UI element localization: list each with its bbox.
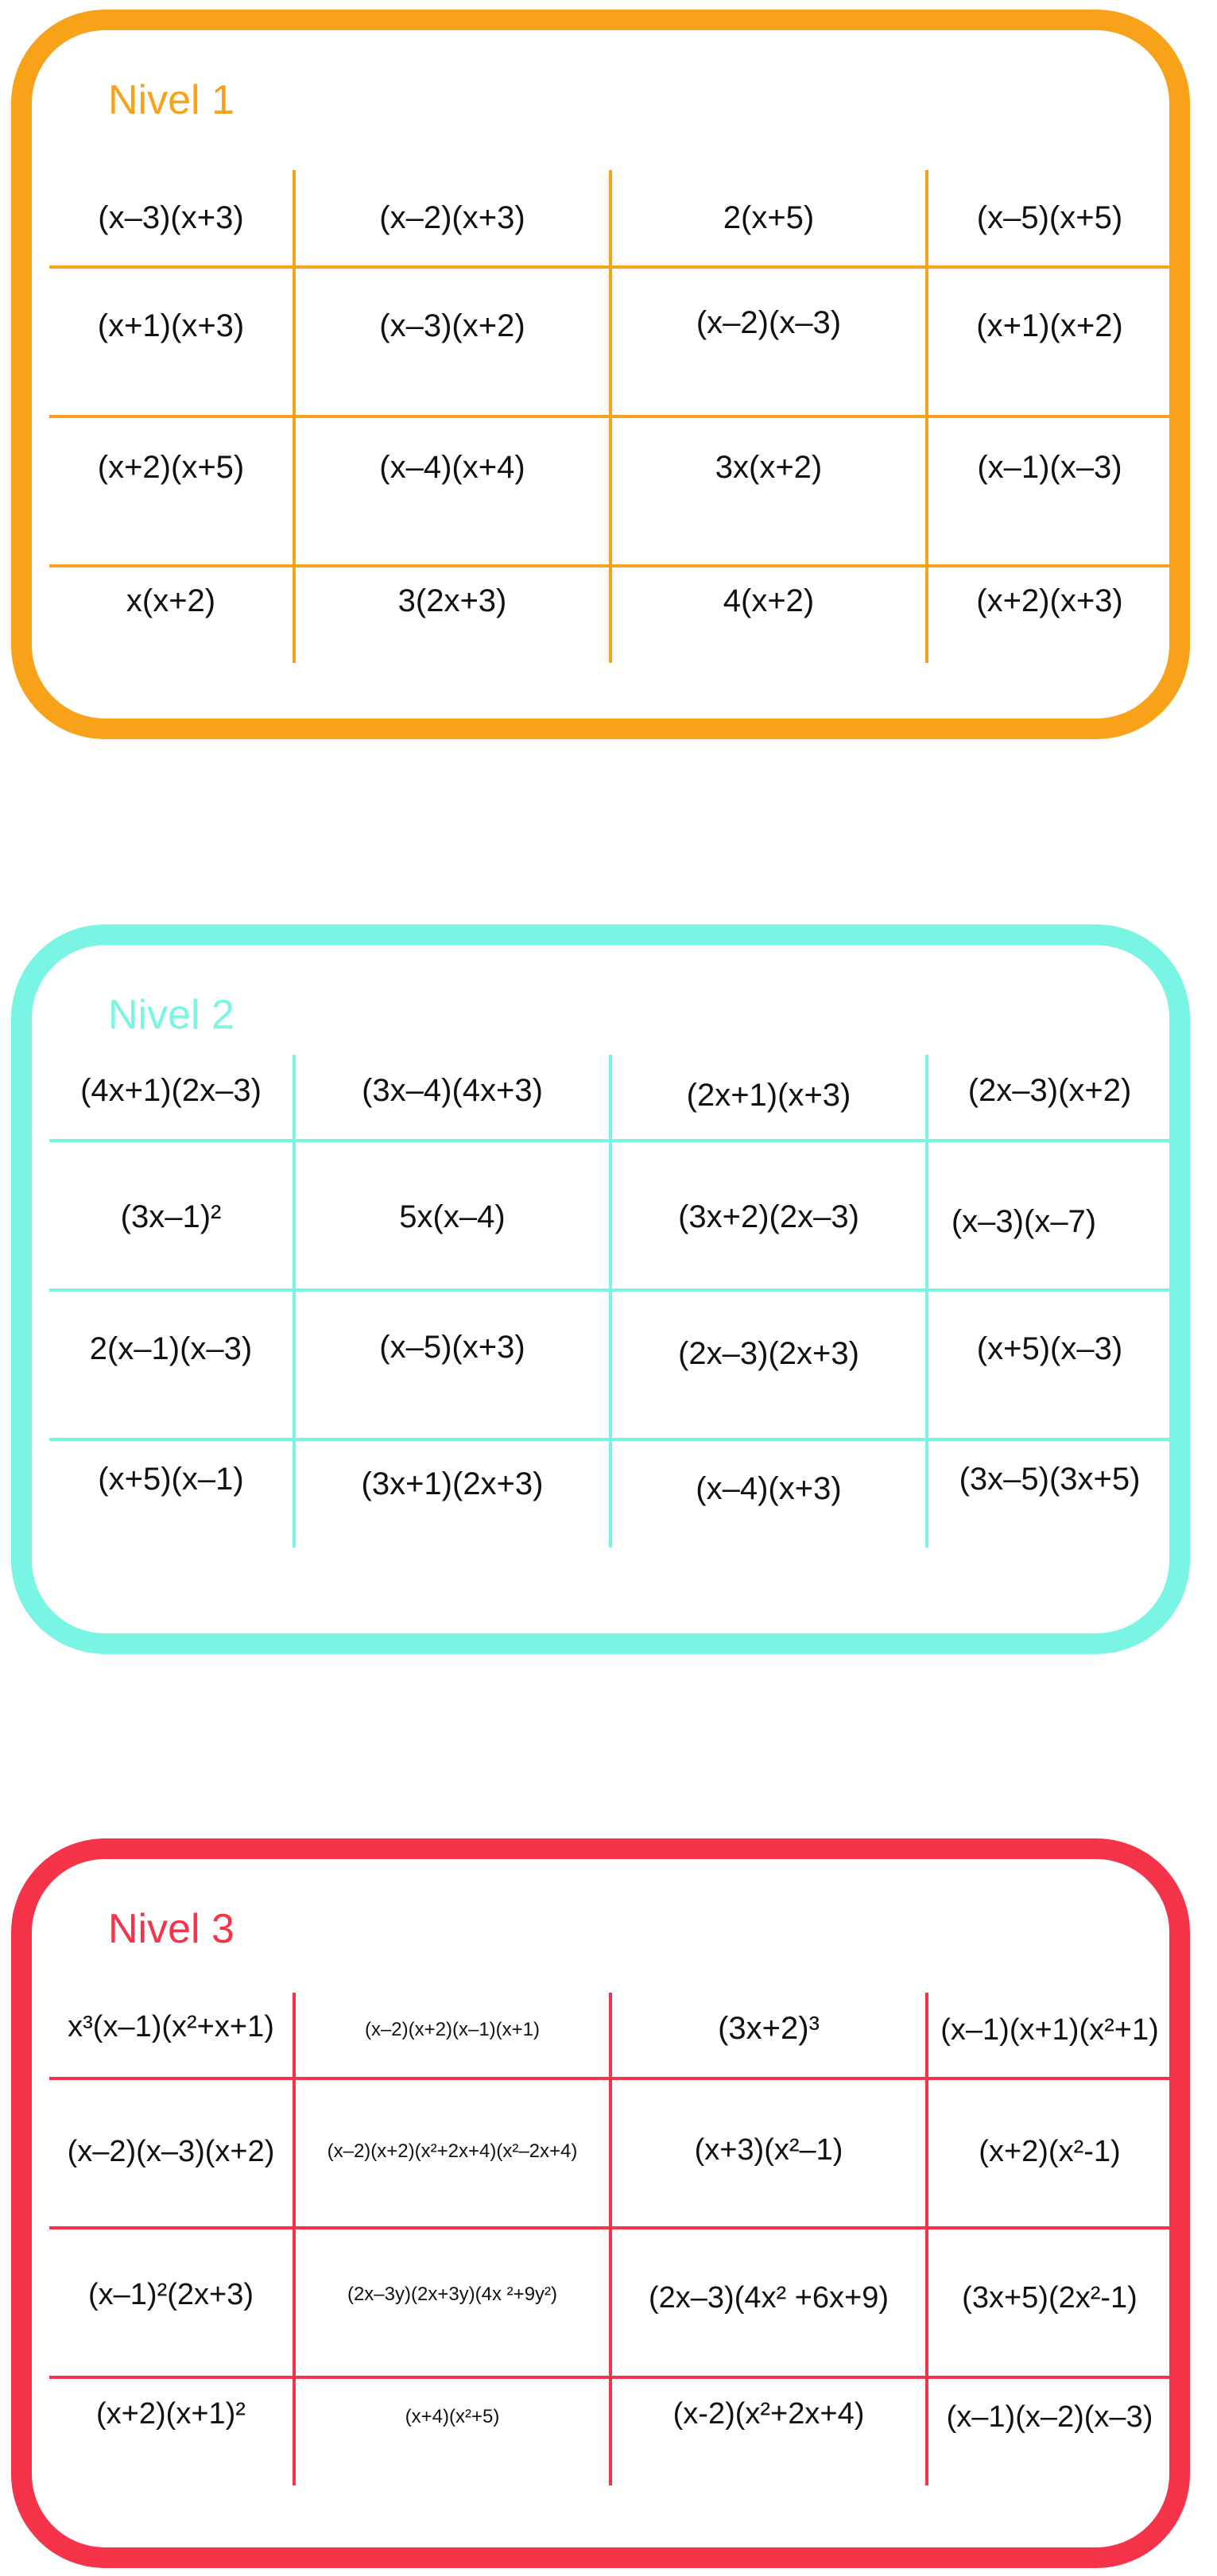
expression-cell: (x+2)(x+3)	[976, 583, 1123, 618]
grid-divider	[49, 1139, 1171, 1142]
grid-divider	[49, 2376, 1171, 2379]
level-2-grid: (4x+1)(2x–3) (3x–4)(4x+3) (2x+1)(x+3) (2…	[49, 1055, 1171, 1548]
expression-cell: (x+1)(x+3)	[97, 308, 245, 343]
expression-cell: (4x+1)(2x–3)	[80, 1072, 262, 1108]
level-3-grid: x³(x–1)(x²+x+1) (x–2)(x+2)(x–1)(x+1) (3x…	[49, 1993, 1171, 2485]
expression-cell: (3x–1)²	[120, 1199, 222, 1234]
expression-cell: 2(x–1)(x–3)	[89, 1331, 253, 1366]
expression-cell: (x+5)(x–3)	[976, 1331, 1123, 1366]
level-1-title: Nivel 1	[108, 77, 234, 123]
expression-cell: x³(x–1)(x²+x+1)	[68, 2009, 274, 2043]
expression-cell: (2x–3)(4x² +6x+9)	[648, 2280, 889, 2315]
level-1-card: Nivel 1 (x–3)(x+3) (x–2)(x+3) 2(x+5) (x–…	[11, 10, 1190, 739]
expression-cell: (2x–3y)(2x+3y)(4x ²+9y²)	[347, 2284, 558, 2305]
expression-cell: 5x(x–4)	[399, 1199, 506, 1234]
expression-cell: (x–2)(x+2)(x²+2x+4)(x²–2x+4)	[327, 2140, 578, 2162]
expression-cell: (x–1)(x+1)(x²+1)	[940, 2012, 1159, 2047]
expression-cell: (2x+1)(x+3)	[686, 1077, 851, 1113]
expression-cell: x(x+2)	[126, 583, 216, 618]
expression-cell: (x+2)(x+1)²	[96, 2396, 246, 2431]
expression-cell: (x–1)²(2x+3)	[88, 2277, 254, 2311]
expression-cell: 3x(x+2)	[715, 449, 823, 485]
expression-cell: (x–1)(x–2)(x–3)	[946, 2400, 1153, 2434]
expression-cell: (x+3)(x²–1)	[694, 2132, 843, 2167]
expression-cell: (3x+5)(2x²-1)	[962, 2280, 1138, 2315]
level-2-title: Nivel 2	[108, 992, 234, 1038]
expression-cell: (x–2)(x–3)(x+2)	[67, 2134, 275, 2168]
expression-cell: (x–3)(x–7)	[951, 1203, 1097, 1239]
expression-cell: (3x–4)(4x+3)	[362, 1072, 543, 1108]
expression-cell: (x+1)(x+2)	[976, 308, 1123, 343]
expression-cell: (2x–3)(x+2)	[967, 1072, 1132, 1108]
level-2-card: Nivel 2 (4x+1)(2x–3) (3x–4)(4x+3) (2x+1)…	[11, 924, 1190, 1654]
expression-cell: (x–2)(x–3)	[696, 304, 842, 340]
expression-cell: (x-2)(x²+2x+4)	[672, 2396, 865, 2431]
grid-divider	[49, 1438, 1171, 1441]
expression-cell: (3x+2)(2x–3)	[678, 1199, 859, 1234]
grid-divider	[49, 415, 1171, 418]
grid-divider	[49, 564, 1171, 567]
expression-cell: (x–4)(x+3)	[696, 1470, 842, 1506]
expression-cell: (x–2)(x+2)(x–1)(x+1)	[364, 2019, 541, 2040]
grid-divider	[49, 2226, 1171, 2229]
expression-cell: 4(x+2)	[723, 583, 815, 618]
level-1-grid: (x–3)(x+3) (x–2)(x+3) 2(x+5) (x–5)(x+5) …	[49, 170, 1171, 663]
expression-cell: (x+2)(x+5)	[97, 449, 245, 485]
expression-cell: (x–4)(x+4)	[379, 449, 525, 485]
expression-cell: (x–3)(x+2)	[379, 308, 525, 343]
expression-cell: (x+5)(x–1)	[98, 1461, 244, 1497]
expression-cell: (x–5)(x+5)	[976, 199, 1123, 235]
level-3-title: Nivel 3	[108, 1906, 234, 1952]
expression-cell: (2x–3)(2x+3)	[678, 1335, 859, 1371]
expression-cell: (x–3)(x+3)	[98, 199, 244, 235]
expression-cell: (3x+2)³	[718, 2010, 820, 2046]
grid-divider	[49, 2077, 1171, 2080]
expression-cell: (x+4)(x²+5)	[405, 2406, 500, 2427]
level-3-card: Nivel 3 x³(x–1)(x²+x+1) (x–2)(x+2)(x–1)(…	[11, 1838, 1190, 2568]
expression-cell: 2(x+5)	[723, 199, 815, 235]
expression-cell: (3x–5)(3x+5)	[959, 1461, 1141, 1497]
expression-cell: (x–5)(x+3)	[379, 1329, 525, 1365]
grid-divider	[49, 1288, 1171, 1292]
expression-cell: (x+2)(x²-1)	[979, 2134, 1121, 2168]
expression-cell: (3x+1)(2x+3)	[361, 1466, 544, 1501]
expression-cell: (x–1)(x–3)	[977, 449, 1122, 485]
grid-divider	[49, 265, 1171, 269]
expression-cell: (x–2)(x+3)	[379, 199, 525, 235]
expression-cell: 3(2x+3)	[397, 583, 507, 618]
